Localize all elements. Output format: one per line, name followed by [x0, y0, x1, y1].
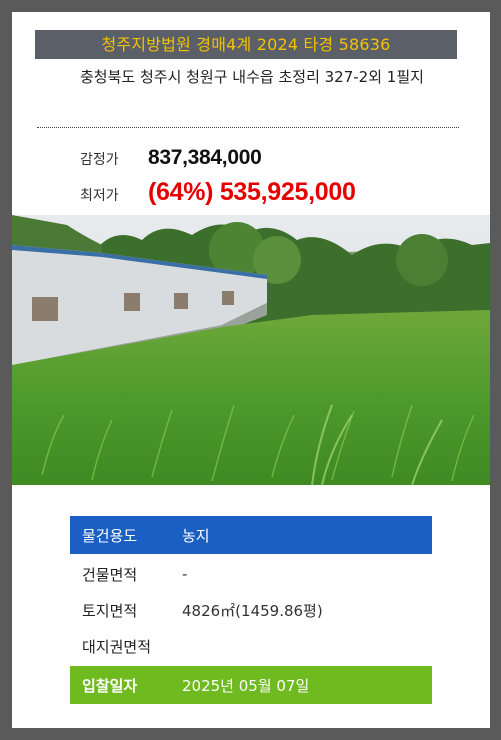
bid-date-value: 2025년 05월 07일 [182, 676, 310, 695]
dotted-divider [37, 127, 459, 128]
bid-date-row: 입찰일자 2025년 05월 07일 [70, 666, 432, 704]
building-area-value: - [182, 565, 188, 583]
property-info-table: 물건용도 농지 건물면적 - 토지면적 4826㎡(1459.86평) 대지권면… [70, 516, 432, 708]
usage-value: 농지 [182, 526, 210, 545]
minimum-price-row: 최저가 (64%) 535,925,000 [80, 178, 356, 207]
bid-date-label: 입찰일자 [82, 676, 138, 695]
appraisal-price-row: 감정가 837,384,000 [80, 146, 262, 170]
auction-card: 청주지방법원 경매4계 2024 타경 58636 충청북도 청주시 청원구 내… [12, 12, 490, 728]
appraisal-value: 837,384,000 [148, 146, 262, 169]
usage-label: 물건용도 [82, 526, 138, 545]
minimum-label: 최저가 [80, 188, 119, 204]
page-background: { "auction": { "court_case": "청주지방법원 경매4… [0, 0, 501, 740]
land-area-label: 토지면적 [82, 601, 138, 620]
minimum-value: (64%) 535,925,000 [148, 178, 356, 206]
court-case-banner: 청주지방법원 경매4계 2024 타경 58636 [35, 30, 457, 59]
building-area-label: 건물면적 [82, 565, 138, 584]
property-photo [12, 215, 490, 485]
usage-row: 물건용도 농지 [70, 516, 432, 554]
land-right-area-row: 대지권면적 [70, 630, 432, 662]
property-address: 충청북도 청주시 청원구 내수읍 초정리 327-2외 1필지 [80, 68, 424, 86]
land-area-value: 4826㎡(1459.86평) [182, 601, 323, 620]
land-right-area-label: 대지권면적 [82, 637, 152, 656]
land-area-row: 토지면적 4826㎡(1459.86평) [70, 594, 432, 626]
appraisal-label: 감정가 [80, 152, 119, 168]
building-area-row: 건물면적 - [70, 558, 432, 590]
